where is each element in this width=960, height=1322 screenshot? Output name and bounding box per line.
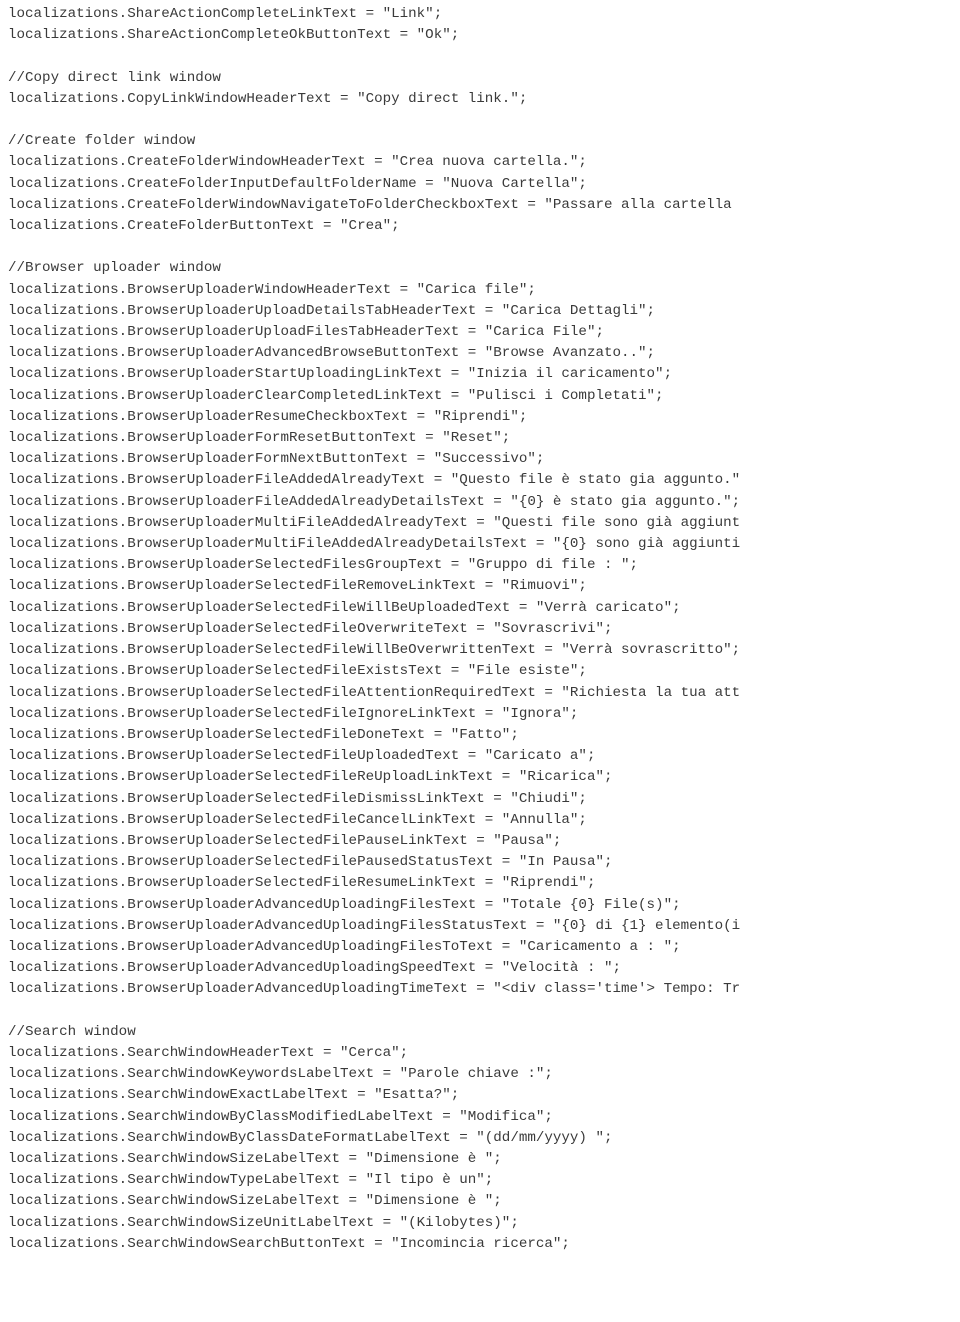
code-content: localizations.ShareActionCompleteLinkTex… <box>8 6 740 1252</box>
code-block: localizations.ShareActionCompleteLinkTex… <box>0 0 960 1263</box>
